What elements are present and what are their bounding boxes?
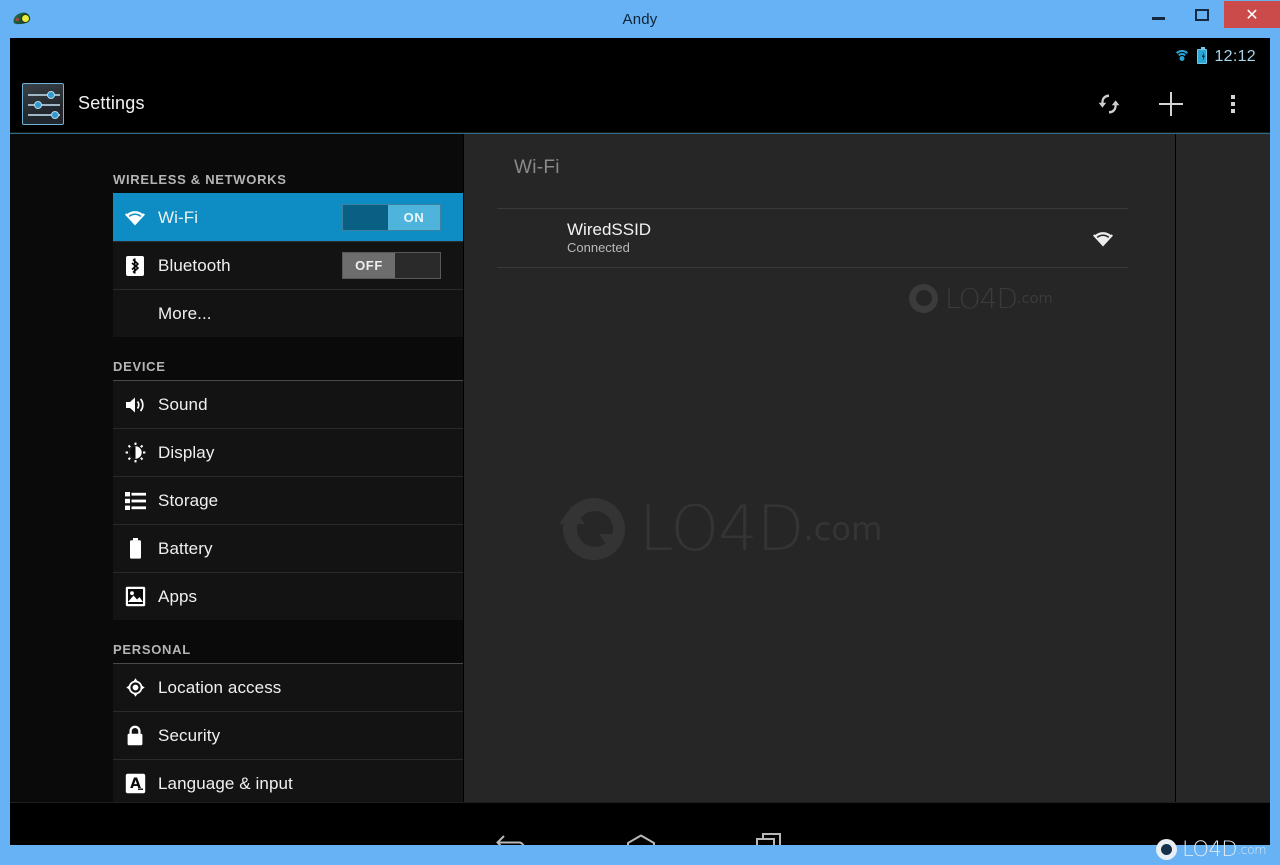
close-button[interactable]: ✕ [1224,1,1280,28]
android-nav-bar [10,802,1270,845]
location-crosshair-icon [115,677,155,698]
wifi-toggle[interactable]: ON [342,204,441,231]
back-icon [496,834,525,845]
minimize-button[interactable] [1136,1,1180,28]
home-button[interactable] [593,803,689,845]
lock-icon [115,725,155,746]
sidebar-item-label: Apps [158,586,198,606]
action-bar-buttons [1078,75,1270,133]
sidebar-item-wifi[interactable]: Wi-Fi ON [113,193,463,241]
back-button[interactable] [465,803,561,845]
wifi-icon [115,209,155,226]
recents-button[interactable] [721,803,817,845]
sidebar-item-storage[interactable]: Storage [113,476,463,524]
battery-charging-icon [1197,46,1208,64]
sidebar-item-label: Display [158,442,215,462]
speaker-icon [115,395,155,415]
window-titlebar: Andy ✕ [0,0,1280,38]
android-status-bar: 12:12 [10,38,1270,75]
bluetooth-icon [115,255,155,277]
apps-image-icon [115,586,155,607]
add-button[interactable] [1140,75,1202,133]
content-title: Wi-Fi [514,157,560,178]
sidebar-item-label: Language & input [158,773,293,793]
sidebar-item-display[interactable]: Display [113,428,463,476]
network-ssid: WiredSSID [567,219,652,239]
sidebar-item-label: More... [158,303,212,323]
language-a-icon: A [115,773,155,794]
sidebar-item-sound[interactable]: Sound [113,380,463,428]
storage-icon [115,491,155,510]
refresh-scan-button[interactable] [1078,75,1140,133]
sidebar-item-more[interactable]: More... [113,289,463,337]
sidebar-item-label: Security [158,725,221,745]
sidebar-item-label: Storage [158,490,219,510]
home-icon [627,834,655,845]
plus-icon [1159,91,1183,116]
sidebar-item-apps[interactable]: Apps [113,572,463,620]
network-status: Connected [567,240,630,256]
sidebar-item-bluetooth[interactable]: Bluetooth OFF [113,241,463,289]
settings-sidebar[interactable]: LO4D .com WIRELESS & NETWORKS Wi-Fi [10,134,463,802]
recents-icon [756,832,781,845]
settings-body: LO4D .com WIRELESS & NETWORKS Wi-Fi [10,133,1270,802]
wifi-toggle-label: ON [388,205,440,230]
maximize-button[interactable] [1180,1,1224,28]
sidebar-item-security[interactable]: Security [113,711,463,759]
sidebar-item-location-access[interactable]: Location access [113,663,463,711]
wifi-content-pane: Wi-Fi WiredSSID Connected LO4D .com LO4D… [463,134,1270,802]
android-viewport: 12:12 Settings WIRELESS & NETWORKS Wi-Fi… [10,38,1270,845]
brightness-icon [115,442,155,463]
wifi-icon [1173,50,1191,63]
list-item[interactable]: WiredSSID Connected [497,208,1128,268]
watermark-logo-content-small: LO4D .com [909,282,1053,315]
watermark-brand: LO4D [639,492,804,565]
section-header-device: DEVICE [113,359,166,374]
window-title: Andy [622,10,658,28]
sidebar-item-language-input[interactable]: A Language & input [113,759,463,802]
status-clock: 12:12 [1214,47,1256,65]
wifi-signal-icon [1092,230,1114,247]
more-vertical-icon [1231,94,1235,113]
andy-emulator-window: Andy ✕ 12:12 Settings WIRELESS & NETWORK… [0,0,1280,865]
watermark-brand: LO4D [945,282,1018,315]
sidebar-item-battery[interactable]: Battery [113,524,463,572]
wifi-network-list: WiredSSID Connected [464,208,1175,268]
settings-sliders-icon [22,82,64,125]
battery-icon [115,538,155,559]
page-title: Settings [78,93,145,113]
settings-action-bar: Settings [10,75,1270,133]
bluetooth-toggle[interactable]: OFF [342,252,441,279]
bluetooth-toggle-label: OFF [343,253,395,278]
sidebar-item-label: Sound [158,394,208,414]
watermark-suffix: .com [803,509,883,548]
sidebar-item-label: Location access [158,677,282,697]
andy-bug-icon [11,10,33,28]
sidebar-item-label: Bluetooth [158,255,231,275]
watermark-logo-large: LO4D .com [559,492,883,565]
overflow-menu-button[interactable] [1202,75,1264,133]
sidebar-item-label: Battery [158,538,213,558]
section-header-wireless: WIRELESS & NETWORKS [113,172,287,187]
window-controls: ✕ [1136,1,1280,29]
refresh-icon [1098,94,1120,113]
watermark-suffix: .com [1017,290,1053,307]
section-header-personal: PERSONAL [113,642,191,657]
sidebar-item-label: Wi-Fi [158,207,199,227]
